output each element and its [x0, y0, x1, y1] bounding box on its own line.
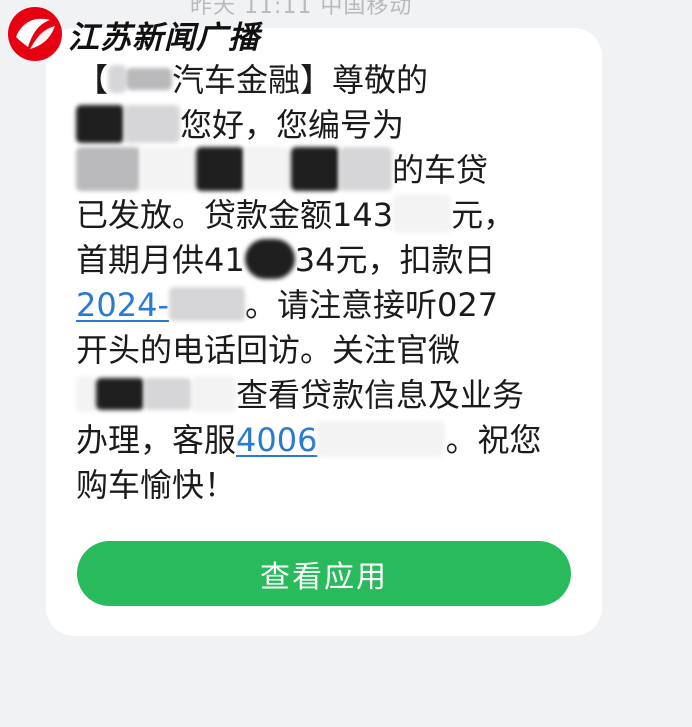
message-text: 元， — [451, 196, 516, 234]
customer-service-number-link[interactable]: 4006 — [236, 421, 317, 459]
redacted-area — [244, 239, 295, 279]
sms-message-card: 【 汽车金融】尊敬的 您好，您编号为 的车贷 已发放。贷款金额143 元， 首期月供… — [46, 28, 602, 636]
redacted-area — [76, 147, 140, 191]
watermark-brand-text: 江苏新闻广播 — [68, 19, 260, 56]
message-line: 办理，客服4006 。祝您 — [76, 418, 576, 463]
message-body: 【 汽车金融】尊敬的 您好，您编号为 的车贷 已发放。贷款金额143 元， 首期月供… — [76, 58, 576, 508]
message-text: 查看贷款信息及业务 — [236, 376, 525, 414]
message-line: 2024- 。请注意接听027 — [76, 283, 576, 328]
redacted-area — [393, 195, 452, 233]
date-link[interactable]: 2024- — [76, 286, 169, 324]
message-text: 办理，客服 — [76, 421, 237, 459]
message-text: 【 — [76, 61, 109, 99]
redacted-area — [192, 376, 236, 412]
redacted-area — [124, 105, 180, 143]
message-text: 。祝您 — [445, 421, 542, 459]
message-line: 的车贷 — [76, 147, 576, 193]
watermark-logo: 江苏新闻广播 — [4, 6, 260, 62]
redacted-area — [317, 421, 446, 457]
message-text: 34元，扣款日 — [294, 241, 496, 279]
redacted-area — [339, 147, 392, 191]
redacted-area — [144, 378, 192, 410]
message-text: 开头的电话回访。关注官微 — [76, 331, 461, 369]
redacted-area — [140, 147, 196, 191]
message-line: 首期月供41 34元，扣款日 — [76, 238, 576, 283]
redacted-area — [196, 147, 244, 191]
message-text: 。请注意接听027 — [244, 286, 499, 324]
redacted-area — [76, 105, 124, 143]
message-text: 首期月供41 — [76, 241, 245, 279]
message-text: 的车贷 — [392, 151, 489, 189]
redacted-area — [168, 287, 245, 321]
redacted-area — [291, 147, 339, 191]
news-broadcast-logo-icon — [8, 7, 62, 61]
redacted-area — [126, 68, 173, 90]
message-line: 购车愉快！ — [76, 463, 576, 508]
message-line: 您好，您编号为 — [76, 103, 576, 148]
message-text: 已发放。贷款金额143 — [76, 196, 394, 234]
redacted-area — [108, 65, 127, 93]
redacted-area — [244, 147, 291, 191]
message-line: 查看贷款信息及业务 — [76, 373, 576, 418]
redacted-area — [76, 376, 96, 412]
message-line: 开头的电话回访。关注官微 — [76, 328, 576, 373]
redacted-area — [96, 378, 144, 410]
message-text: 汽车金融】尊敬的 — [172, 61, 429, 99]
view-app-button[interactable]: 查看应用 — [77, 541, 571, 606]
message-text: 购车愉快！ — [76, 466, 237, 504]
message-line: 已发放。贷款金额143 元， — [76, 193, 576, 238]
message-text: 您好，您编号为 — [180, 106, 405, 144]
message-line: 【 汽车金融】尊敬的 — [76, 58, 576, 103]
